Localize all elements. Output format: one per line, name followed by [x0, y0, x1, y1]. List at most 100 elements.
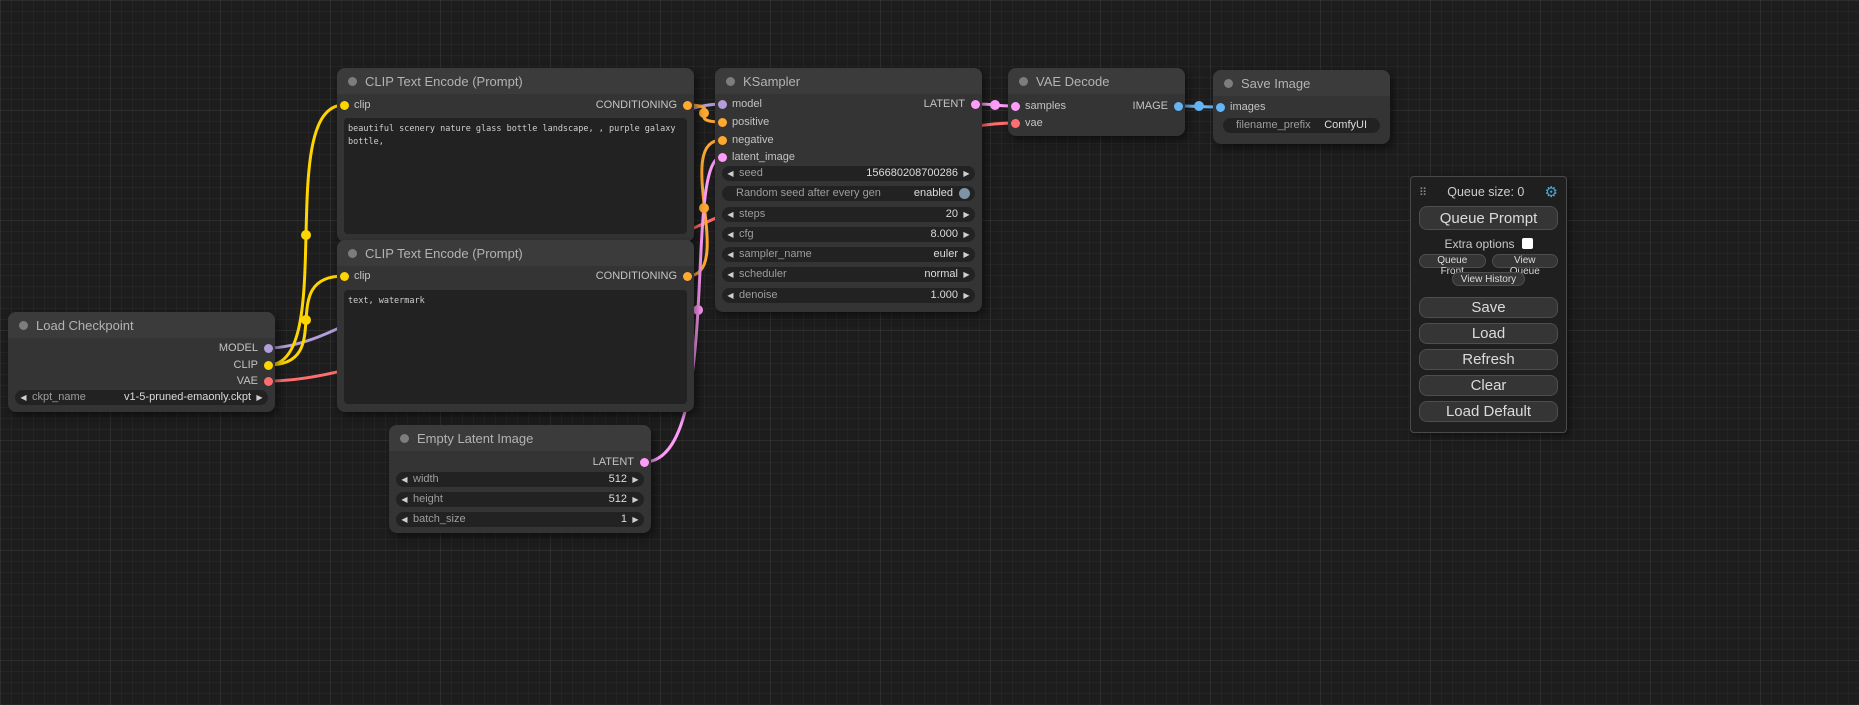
input-label-latent-image: latent_image [732, 150, 795, 164]
node-save-image[interactable]: Save Image images filename_prefix ComfyU… [1213, 70, 1390, 144]
node-title: CLIP Text Encode (Prompt) [365, 246, 523, 261]
widget-width[interactable]: ◀ width 512 ▶ [396, 472, 644, 487]
node-title-bar[interactable]: KSampler [715, 68, 982, 94]
arrow-right-icon[interactable]: ▶ [958, 227, 975, 242]
arrow-left-icon[interactable]: ◀ [396, 512, 413, 527]
save-button[interactable]: Save [1419, 297, 1558, 318]
widget-height[interactable]: ◀ height 512 ▶ [396, 492, 644, 507]
refresh-button[interactable]: Refresh [1419, 349, 1558, 370]
arrow-right-icon[interactable]: ▶ [958, 166, 975, 181]
input-port-clip[interactable] [340, 101, 349, 110]
drag-handle-icon[interactable]: ⠿ [1419, 186, 1427, 199]
node-empty-latent-image[interactable]: Empty Latent Image LATENT ◀ width 512 ▶ … [389, 425, 651, 533]
arrow-left-icon[interactable]: ◀ [722, 288, 739, 303]
widget-cfg[interactable]: ◀ cfg 8.000 ▶ [722, 227, 975, 242]
input-port-samples[interactable] [1011, 102, 1020, 111]
arrow-left-icon[interactable]: ◀ [722, 267, 739, 282]
collapse-dot-icon[interactable] [1224, 79, 1233, 88]
widget-seed[interactable]: ◀ seed 156680208700286 ▶ [722, 166, 975, 181]
widget-random-seed-toggle[interactable]: Random seed after every gen enabled [722, 186, 975, 201]
node-title-bar[interactable]: Empty Latent Image [389, 425, 651, 451]
input-label-positive: positive [732, 115, 769, 129]
arrow-right-icon[interactable]: ▶ [958, 247, 975, 262]
node-ksampler[interactable]: KSampler model positive negative latent_… [715, 68, 982, 312]
output-port-clip[interactable] [264, 361, 273, 370]
arrow-right-icon[interactable]: ▶ [627, 472, 644, 487]
widget-value: 156680208700286 [866, 166, 958, 181]
arrow-right-icon[interactable]: ▶ [958, 288, 975, 303]
input-port-model[interactable] [718, 100, 727, 109]
output-port-conditioning[interactable] [683, 101, 692, 110]
extra-options-checkbox[interactable] [1522, 238, 1533, 249]
node-title-bar[interactable]: Load Checkpoint [8, 312, 275, 338]
node-title: Empty Latent Image [417, 431, 533, 446]
input-port-vae[interactable] [1011, 119, 1020, 128]
arrow-left-icon[interactable]: ◀ [722, 227, 739, 242]
widget-denoise[interactable]: ◀ denoise 1.000 ▶ [722, 288, 975, 303]
widget-label: filename_prefix [1236, 118, 1311, 133]
arrow-right-icon[interactable]: ▶ [627, 512, 644, 527]
arrow-left-icon[interactable]: ◀ [722, 207, 739, 222]
clear-button[interactable]: Clear [1419, 375, 1558, 396]
positive-prompt-textarea[interactable]: beautiful scenery nature glass bottle la… [344, 118, 687, 234]
collapse-dot-icon[interactable] [19, 321, 28, 330]
widget-ckpt-name[interactable]: ◀ ckpt_name v1-5-pruned-emaonly.ckpt ▶ [15, 390, 268, 405]
arrow-right-icon[interactable]: ▶ [251, 390, 268, 405]
node-title-bar[interactable]: CLIP Text Encode (Prompt) [337, 240, 694, 266]
input-port-images[interactable] [1216, 103, 1225, 112]
arrow-right-icon[interactable]: ▶ [627, 492, 644, 507]
output-port-conditioning[interactable] [683, 272, 692, 281]
arrow-left-icon[interactable]: ◀ [722, 247, 739, 262]
collapse-dot-icon[interactable] [348, 249, 357, 258]
toggle-dot-icon[interactable] [959, 188, 970, 199]
arrow-right-icon[interactable]: ▶ [958, 267, 975, 282]
arrow-left-icon[interactable]: ◀ [396, 492, 413, 507]
input-label-model: model [732, 97, 762, 111]
node-title-bar[interactable]: CLIP Text Encode (Prompt) [337, 68, 694, 94]
node-clip-text-encode-negative[interactable]: CLIP Text Encode (Prompt) clip CONDITION… [337, 240, 694, 412]
widget-sampler-name[interactable]: ◀ sampler_name euler ▶ [722, 247, 975, 262]
node-graph-canvas[interactable]: CLIP Text Encode (Prompt) clip CONDITION… [0, 0, 1859, 705]
arrow-left-icon[interactable]: ◀ [396, 472, 413, 487]
input-port-clip[interactable] [340, 272, 349, 281]
output-port-latent[interactable] [971, 100, 980, 109]
output-label-image: IMAGE [1133, 99, 1168, 113]
widget-label: Random seed after every gen [736, 186, 881, 201]
input-port-latent-image[interactable] [718, 153, 727, 162]
negative-prompt-textarea[interactable]: text, watermark [344, 290, 687, 404]
input-port-negative[interactable] [718, 136, 727, 145]
arrow-left-icon[interactable]: ◀ [722, 166, 739, 181]
view-history-button[interactable]: View History [1452, 272, 1525, 286]
input-label-negative: negative [732, 133, 774, 147]
load-button[interactable]: Load [1419, 323, 1558, 344]
widget-steps[interactable]: ◀ steps 20 ▶ [722, 207, 975, 222]
widget-label: seed [739, 166, 763, 181]
node-clip-text-encode-positive[interactable]: CLIP Text Encode (Prompt) clip CONDITION… [337, 68, 694, 242]
widget-value: 8.000 [930, 227, 958, 242]
collapse-dot-icon[interactable] [400, 434, 409, 443]
widget-filename-prefix[interactable]: filename_prefix ComfyUI [1223, 118, 1380, 133]
arrow-left-icon[interactable]: ◀ [15, 390, 32, 405]
queue-panel: ⠿ Queue size: 0 ⚙ Queue Prompt Extra opt… [1410, 176, 1567, 433]
output-port-latent[interactable] [640, 458, 649, 467]
output-port-image[interactable] [1174, 102, 1183, 111]
settings-gear-icon[interactable]: ⚙ [1545, 185, 1558, 200]
widget-batch-size[interactable]: ◀ batch_size 1 ▶ [396, 512, 644, 527]
collapse-dot-icon[interactable] [348, 77, 357, 86]
input-port-positive[interactable] [718, 118, 727, 127]
view-queue-button[interactable]: View Queue [1492, 254, 1559, 268]
node-vae-decode[interactable]: VAE Decode samples vae IMAGE [1008, 68, 1185, 136]
output-port-vae[interactable] [264, 377, 273, 386]
node-title-bar[interactable]: Save Image [1213, 70, 1390, 96]
collapse-dot-icon[interactable] [1019, 77, 1028, 86]
arrow-right-icon[interactable]: ▶ [958, 207, 975, 222]
collapse-dot-icon[interactable] [726, 77, 735, 86]
node-title: Save Image [1241, 76, 1310, 91]
output-port-model[interactable] [264, 344, 273, 353]
node-title-bar[interactable]: VAE Decode [1008, 68, 1185, 94]
queue-front-button[interactable]: Queue Front [1419, 254, 1486, 268]
node-load-checkpoint[interactable]: Load Checkpoint MODEL CLIP VAE ◀ ckpt_na… [8, 312, 275, 412]
load-default-button[interactable]: Load Default [1419, 401, 1558, 422]
queue-prompt-button[interactable]: Queue Prompt [1419, 206, 1558, 230]
widget-scheduler[interactable]: ◀ scheduler normal ▶ [722, 267, 975, 282]
